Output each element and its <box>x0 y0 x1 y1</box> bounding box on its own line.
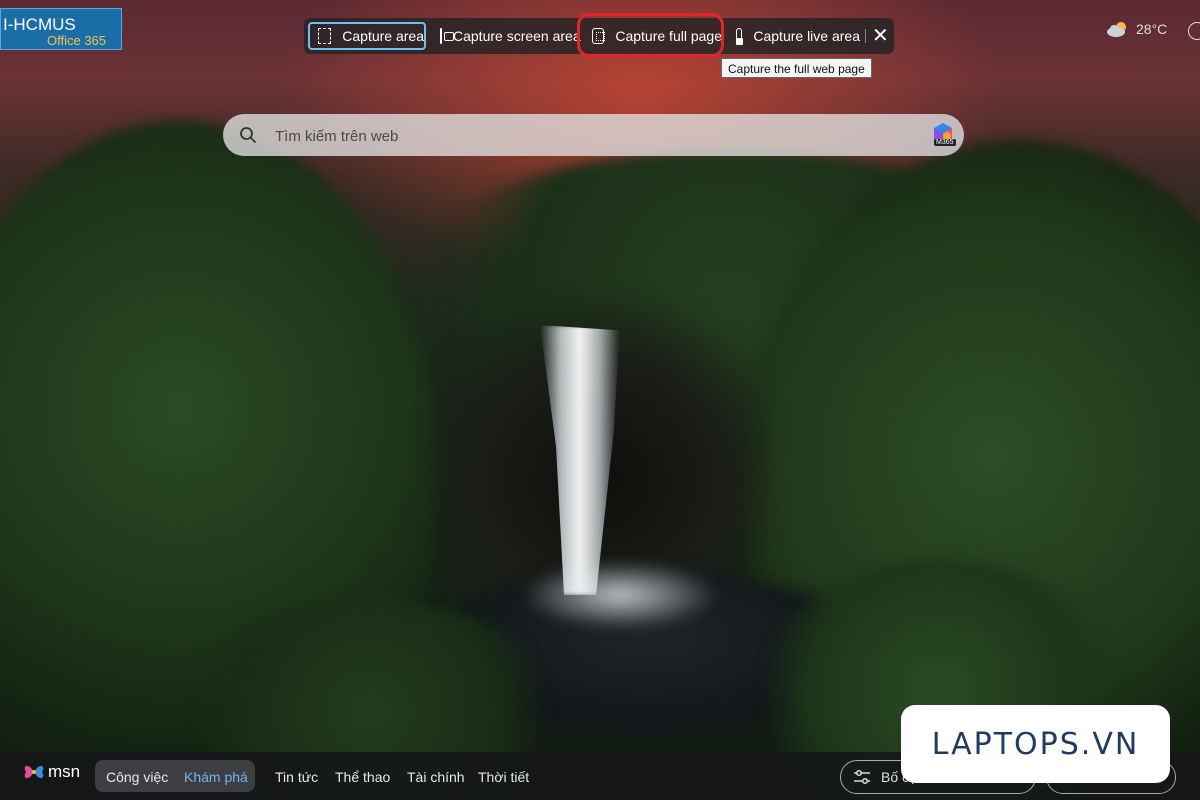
toolbar-divider <box>865 29 866 43</box>
screen-area-icon <box>440 28 454 44</box>
msn-brand-text: msn <box>48 762 81 781</box>
capture-live-area-label: Capture live area <box>753 28 860 44</box>
capture-area-button[interactable]: Capture area <box>308 22 426 50</box>
sliders-icon <box>854 769 870 785</box>
watermark-text: LAPTOPS.VN <box>931 726 1140 762</box>
laptops-vn-watermark: LAPTOPS.VN <box>901 705 1170 783</box>
search-input[interactable] <box>273 122 897 150</box>
org-tag[interactable]: I-HCMUS Office 365 <box>0 8 122 50</box>
weather-temperature: 28°C <box>1136 21 1168 37</box>
nav-tin-tuc[interactable]: Tin tức <box>275 769 318 785</box>
live-area-icon <box>736 28 744 45</box>
nav-the-thao[interactable]: Thể thao <box>335 769 390 785</box>
nav-tai-chinh[interactable]: Tài chính <box>407 769 465 785</box>
close-icon: ✕ <box>872 25 889 47</box>
partly-cloudy-icon <box>1107 22 1126 37</box>
nav-cong-viec[interactable]: Công việc <box>106 769 168 785</box>
capture-area-label: Capture area <box>342 28 424 44</box>
weather-widget[interactable]: 28°C <box>1106 20 1167 38</box>
org-name: I-HCMUS <box>3 15 76 34</box>
msn-butterfly-icon <box>24 765 44 779</box>
capture-screen-area-label: Capture screen area <box>453 28 581 44</box>
nav-kham-pha[interactable]: Khám phá <box>184 769 248 785</box>
capture-full-page-tooltip: Capture the full web page <box>721 58 872 78</box>
nav-thoi-tiet[interactable]: Thời tiết <box>478 769 529 785</box>
m365-badge: M365 <box>934 139 956 146</box>
web-search-box <box>223 114 964 156</box>
msn-logo[interactable]: msn <box>22 762 80 782</box>
close-toolbar-button[interactable]: ✕ <box>868 22 892 50</box>
dashed-rectangle-icon <box>318 28 332 44</box>
waterfall-mist <box>520 560 720 630</box>
org-subtitle: Office 365 <box>47 33 107 48</box>
search-icon <box>240 127 257 144</box>
highlight-annotation-ring <box>577 13 724 57</box>
globe-icon[interactable] <box>1188 22 1200 40</box>
capture-live-area-button[interactable]: Capture live area <box>728 22 860 50</box>
capture-screen-area-button[interactable]: Capture screen area <box>432 22 581 50</box>
